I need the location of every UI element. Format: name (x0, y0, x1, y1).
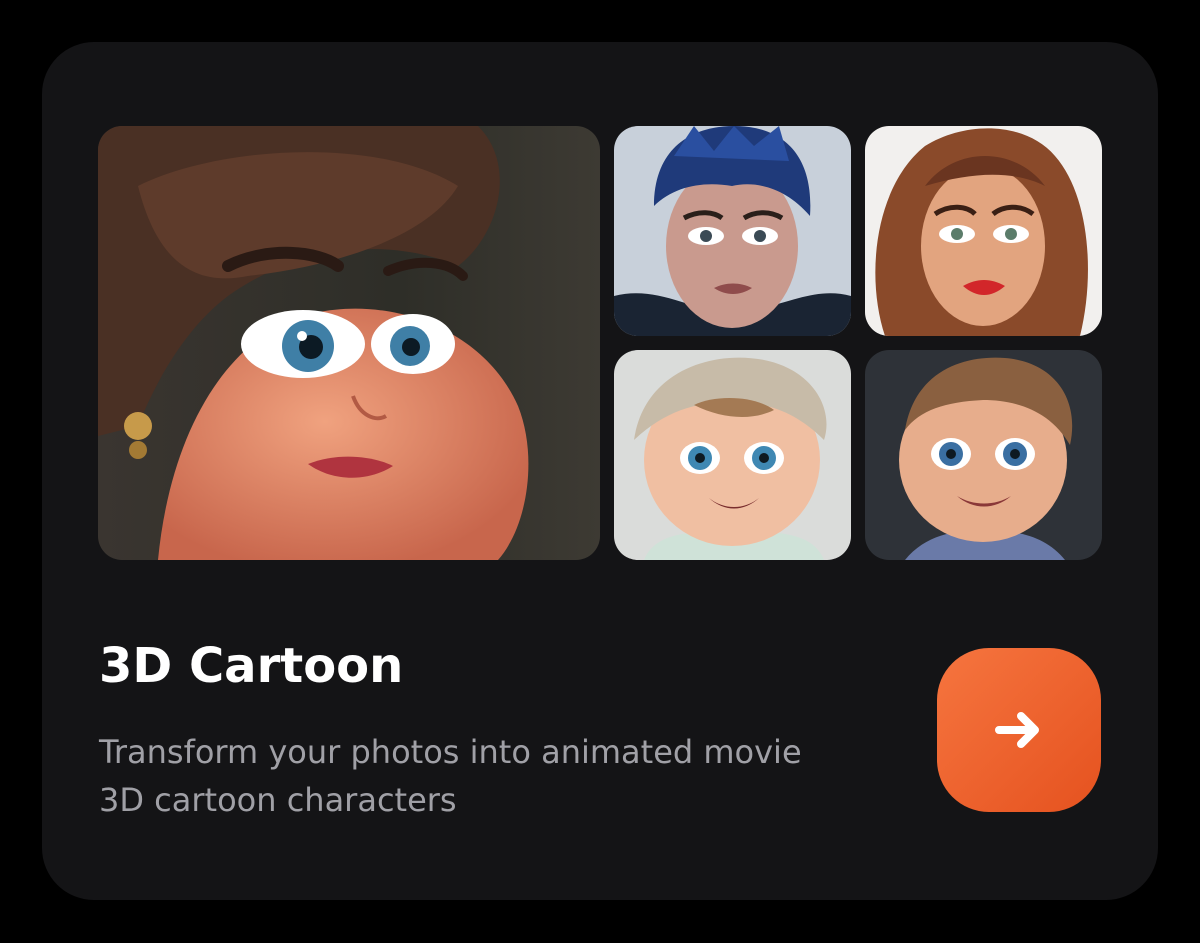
next-button[interactable] (937, 648, 1101, 812)
arrow-right-icon (995, 712, 1039, 748)
main-photo (98, 126, 600, 560)
thumb-woman-auburn-hair (865, 126, 1102, 336)
thumb-boy-brown-hair (865, 350, 1102, 560)
thumb-man-blue-hair (614, 126, 851, 336)
card-description-line-1: Transform your photos into animated movi… (99, 733, 802, 771)
feature-card[interactable]: 3D Cartoon Transform your photos into an… (42, 42, 1158, 900)
thumb-baby-knit-hat (614, 350, 851, 560)
card-description: Transform your photos into animated movi… (99, 728, 879, 824)
card-description-line-2: 3D cartoon characters (99, 781, 457, 819)
card-title: 3D Cartoon (99, 638, 404, 694)
